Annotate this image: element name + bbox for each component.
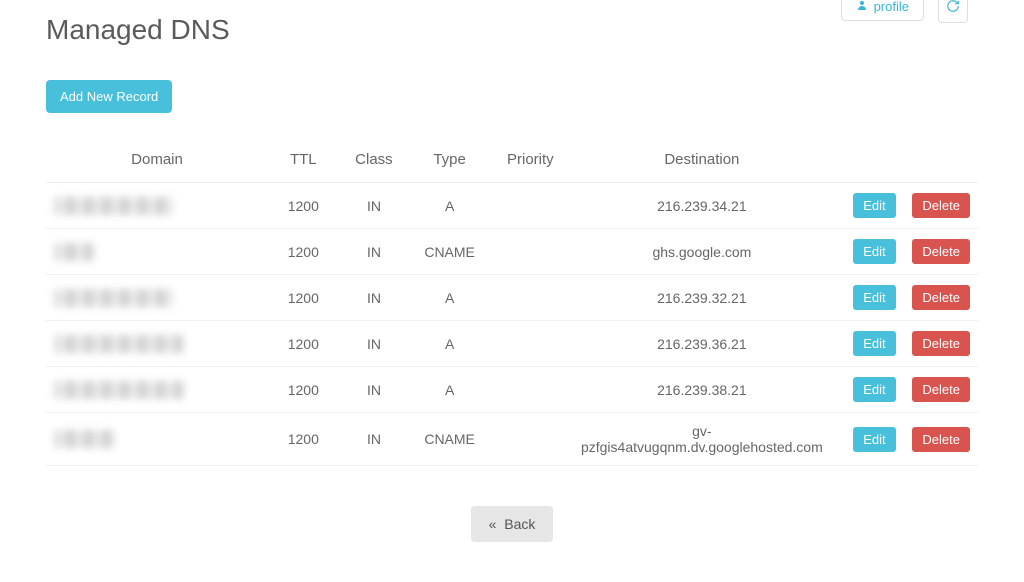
cell-destination: 216.239.36.21: [571, 321, 833, 367]
cell-priority: [490, 321, 571, 367]
cell-domain: [46, 367, 268, 413]
cell-type: A: [409, 275, 490, 321]
cell-ttl: 1200: [268, 367, 339, 413]
edit-button[interactable]: Edit: [853, 377, 895, 402]
profile-label: profile: [874, 0, 909, 14]
add-new-record-button[interactable]: Add New Record: [46, 80, 172, 113]
table-row: 1200INA 216.239.34.21 Edit Delete: [46, 183, 978, 229]
edit-button[interactable]: Edit: [853, 239, 895, 264]
cell-ttl: 1200: [268, 183, 339, 229]
cell-priority: [490, 183, 571, 229]
edit-button[interactable]: Edit: [853, 193, 895, 218]
profile-button[interactable]: profile: [841, 0, 924, 21]
edit-button[interactable]: Edit: [853, 331, 895, 356]
arrow-left-icon: «: [489, 516, 497, 532]
back-label: Back: [504, 516, 535, 532]
cell-domain: [46, 229, 268, 275]
domain-obscured: [54, 243, 94, 261]
cell-destination: 216.239.34.21: [571, 183, 833, 229]
col-type: Type: [409, 141, 490, 183]
cell-destination: 216.239.32.21: [571, 275, 833, 321]
table-row: 1200INA 216.239.32.21 Edit Delete: [46, 275, 978, 321]
domain-obscured: [54, 197, 174, 215]
cell-ttl: 1200: [268, 413, 339, 466]
cell-domain: [46, 321, 268, 367]
cell-class: IN: [339, 321, 410, 367]
delete-button[interactable]: Delete: [912, 331, 970, 356]
table-row: 1200INCNAME ghs.google.com Edit Delete: [46, 229, 978, 275]
delete-button[interactable]: Delete: [912, 193, 970, 218]
cell-type: CNAME: [409, 413, 490, 466]
cell-priority: [490, 367, 571, 413]
page-title: Managed DNS: [46, 14, 978, 46]
cell-domain: [46, 183, 268, 229]
delete-button[interactable]: Delete: [912, 427, 970, 452]
col-class: Class: [339, 141, 410, 183]
table-row: 1200INA 216.239.38.21 Edit Delete: [46, 367, 978, 413]
col-priority: Priority: [490, 141, 571, 183]
delete-button[interactable]: Delete: [912, 239, 970, 264]
refresh-icon: [946, 0, 960, 16]
cell-ttl: 1200: [268, 275, 339, 321]
cell-domain: [46, 413, 268, 466]
cell-priority: [490, 229, 571, 275]
cell-class: IN: [339, 183, 410, 229]
col-destination: Destination: [571, 141, 833, 183]
delete-button[interactable]: Delete: [912, 377, 970, 402]
cell-domain: [46, 275, 268, 321]
cell-type: A: [409, 321, 490, 367]
domain-obscured: [54, 381, 184, 399]
cell-priority: [490, 413, 571, 466]
delete-button[interactable]: Delete: [912, 285, 970, 310]
cell-priority: [490, 275, 571, 321]
cell-type: CNAME: [409, 229, 490, 275]
cell-type: A: [409, 183, 490, 229]
refresh-button[interactable]: [938, 0, 968, 23]
dns-records-table: Domain TTL Class Type Priority Destinati…: [46, 141, 978, 466]
cell-class: IN: [339, 229, 410, 275]
back-button[interactable]: « Back: [471, 506, 554, 542]
domain-obscured: [54, 289, 174, 307]
domain-obscured: [54, 430, 114, 448]
col-domain: Domain: [46, 141, 268, 183]
cell-destination: gv-pzfgis4atvugqnm.dv.googlehosted.com: [571, 413, 833, 466]
col-ttl: TTL: [268, 141, 339, 183]
table-row: 1200INCNAME gv-pzfgis4atvugqnm.dv.googleh…: [46, 413, 978, 466]
table-row: 1200INA 216.239.36.21 Edit Delete: [46, 321, 978, 367]
cell-class: IN: [339, 413, 410, 466]
cell-type: A: [409, 367, 490, 413]
domain-obscured: [54, 335, 184, 353]
cell-destination: 216.239.38.21: [571, 367, 833, 413]
cell-class: IN: [339, 275, 410, 321]
user-icon: [856, 0, 868, 14]
cell-class: IN: [339, 367, 410, 413]
edit-button[interactable]: Edit: [853, 427, 895, 452]
cell-ttl: 1200: [268, 321, 339, 367]
cell-ttl: 1200: [268, 229, 339, 275]
edit-button[interactable]: Edit: [853, 285, 895, 310]
cell-destination: ghs.google.com: [571, 229, 833, 275]
